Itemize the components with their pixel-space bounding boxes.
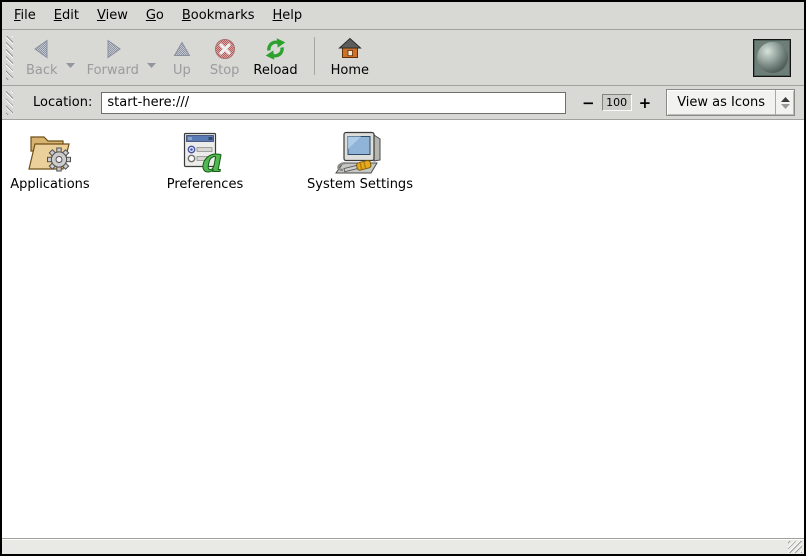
svg-text:a: a [202,141,223,176]
view-as-dropdown[interactable]: View as Icons [666,89,795,116]
stop-button[interactable]: Stop [203,35,247,80]
reload-button[interactable]: Reload [246,35,304,80]
menu-help-label: Help [273,8,303,23]
home-icon [338,37,362,61]
system-settings-icon [334,129,386,175]
chevron-down-icon [65,62,76,69]
menu-view-label: View [97,8,128,23]
stop-icon [213,37,237,61]
up-button[interactable]: Up [161,35,203,80]
menu-help[interactable]: Help [264,2,312,29]
location-label: Location: [33,95,92,110]
forward-button[interactable]: Forward [80,35,146,80]
back-button-label: Back [26,64,58,78]
up-arrow-icon [170,37,194,61]
reload-icon [263,37,288,61]
menu-go[interactable]: Go [137,2,173,29]
file-item-preferences[interactable]: a Preferences [135,129,275,192]
location-bar-drag-handle[interactable] [6,91,13,115]
location-input[interactable] [101,92,566,114]
up-button-label: Up [173,64,191,78]
menu-bookmarks[interactable]: Bookmarks [173,2,264,29]
chevron-down-icon [146,62,157,69]
menu-go-label: Go [146,8,164,23]
nautilus-window: File Edit View Go Bookmarks Help Back Fo… [0,0,806,556]
throbber-sphere-icon [757,42,788,73]
view-as-dropdown-label: View as Icons [667,90,775,115]
forward-button-label: Forward [87,64,139,78]
reload-button-label: Reload [253,64,297,78]
file-item-system-settings[interactable]: System Settings [290,129,430,192]
stop-button-label: Stop [210,64,240,78]
file-item-label: Applications [10,177,89,192]
icon-view: Applications a Preferences [2,120,804,538]
preferences-icon: a [183,129,227,175]
resize-grip[interactable] [788,541,802,553]
zoom-out-button[interactable]: − [578,94,599,112]
menu-view[interactable]: View [88,2,137,29]
zoom-in-button[interactable]: + [635,94,656,112]
back-arrow-icon [30,37,54,61]
home-button-label: Home [331,64,369,78]
forward-history-dropdown[interactable] [146,62,157,69]
menu-file[interactable]: File [5,2,45,29]
applications-folder-icon [26,129,74,175]
menu-file-label: File [14,8,36,23]
forward-arrow-icon [101,37,125,61]
file-item-applications[interactable]: Applications [0,129,120,192]
menu-bookmarks-label: Bookmarks [182,8,255,23]
back-button[interactable]: Back [19,35,65,80]
menu-edit[interactable]: Edit [45,2,88,29]
toolbar-separator [314,37,315,75]
throbber [753,39,791,77]
toolbar: Back Forward Up [2,30,804,86]
zoom-level-indicator: 100 [602,94,632,111]
menubar: File Edit View Go Bookmarks Help [2,2,804,30]
back-history-dropdown[interactable] [65,62,76,69]
file-item-label: System Settings [307,177,413,192]
status-bar [2,538,804,554]
location-bar: Location: − 100 + View as Icons [2,86,804,120]
toolbar-drag-handle[interactable] [6,36,13,80]
dropdown-arrows-icon [775,90,794,115]
menu-edit-label: Edit [54,8,79,23]
file-item-label: Preferences [167,177,243,192]
home-button[interactable]: Home [324,35,376,80]
